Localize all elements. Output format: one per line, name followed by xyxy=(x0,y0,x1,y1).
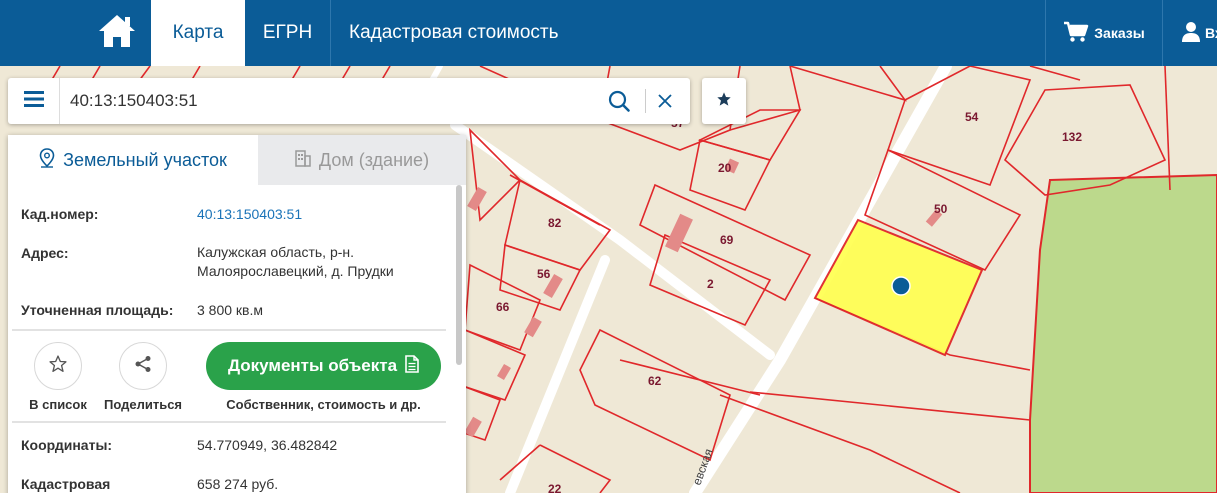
home-icon xyxy=(97,13,137,54)
parcel-number: 69 xyxy=(720,233,734,247)
documents-label: Документы объекта xyxy=(227,356,398,375)
hamburger-icon xyxy=(23,90,44,112)
map-pin-icon xyxy=(39,147,55,173)
top-navigation: Карта ЕГРН Кадастровая стоимость Заказы … xyxy=(0,0,1217,66)
object-documents-button[interactable]: Документы объекта xyxy=(206,342,441,390)
star-icon xyxy=(716,91,732,112)
tab-cadastral-value[interactable]: Кадастровая стоимость xyxy=(330,0,630,66)
address-value: Калужская область, р-н. Малоярославецкий… xyxy=(197,244,394,279)
menu-button[interactable] xyxy=(8,78,60,124)
tab-map[interactable]: Карта xyxy=(151,0,245,66)
search-divider xyxy=(645,89,646,113)
tab-land-plot[interactable]: Земельный участок xyxy=(8,135,258,185)
parcel-number: 54 xyxy=(965,110,979,124)
share-button[interactable] xyxy=(119,342,167,390)
divider xyxy=(12,421,446,423)
share-icon xyxy=(134,355,152,378)
object-info-panel: Земельный участок Дом (здание) Кад.номер… xyxy=(8,135,466,493)
orders-button[interactable]: Заказы xyxy=(1045,0,1163,66)
tab-house-label: Дом (здание) xyxy=(318,149,430,170)
parcel-number: 66 xyxy=(496,300,510,314)
cadastral-value-label: Кадастровая xyxy=(21,476,111,492)
orders-label: Заказы xyxy=(1094,25,1145,41)
parcel-number: 62 xyxy=(648,374,662,388)
cadastral-value-value: 658 274 руб. xyxy=(197,476,279,492)
tab-egrn[interactable]: ЕГРН xyxy=(245,0,330,66)
cadastral-number-label: Кад.номер: xyxy=(21,206,99,222)
user-icon xyxy=(1181,21,1201,46)
parcel-number: 50 xyxy=(934,202,948,216)
parcel-number: 56 xyxy=(537,267,551,281)
area-label: Уточненная площадь: xyxy=(21,302,174,318)
coordinates-label: Координаты: xyxy=(21,437,113,453)
home-button[interactable] xyxy=(84,0,150,66)
parcel-number: 20 xyxy=(718,161,732,175)
share-label: Поделиться xyxy=(103,397,183,412)
search-icon[interactable] xyxy=(606,88,632,114)
coordinates-value: 54.770949, 36.482842 xyxy=(197,437,338,453)
tab-house[interactable]: Дом (здание) xyxy=(258,135,466,185)
add-to-list-label: В список xyxy=(29,397,87,412)
document-icon xyxy=(405,354,419,378)
favorites-button[interactable] xyxy=(702,78,746,124)
parcel-number: 132 xyxy=(1062,130,1082,144)
login-label: Вх xyxy=(1205,25,1217,41)
building-icon xyxy=(295,149,311,172)
parcel-number: 2 xyxy=(707,277,714,291)
add-to-list-button[interactable] xyxy=(34,342,82,390)
search-input[interactable] xyxy=(70,87,590,115)
green-area xyxy=(1029,173,1217,493)
tab-land-plot-label: Земельный участок xyxy=(63,149,227,170)
parcel-number: 22 xyxy=(548,482,562,493)
cart-icon xyxy=(1063,21,1089,46)
close-icon[interactable] xyxy=(652,88,678,114)
documents-caption: Собственник, стоимость и др. xyxy=(226,397,421,412)
star-outline-icon xyxy=(48,354,68,379)
address-label: Адрес: xyxy=(21,245,69,261)
parcel-number: 82 xyxy=(548,216,562,230)
divider xyxy=(12,329,446,331)
search-bar xyxy=(8,78,690,124)
login-button[interactable]: Вх xyxy=(1163,0,1217,66)
parcel-marker xyxy=(891,276,911,296)
cadastral-number-value[interactable]: 40:13:150403:51 xyxy=(197,205,447,224)
area-value: 3 800 кв.м xyxy=(197,302,264,318)
panel-scrollbar[interactable] xyxy=(456,185,462,365)
